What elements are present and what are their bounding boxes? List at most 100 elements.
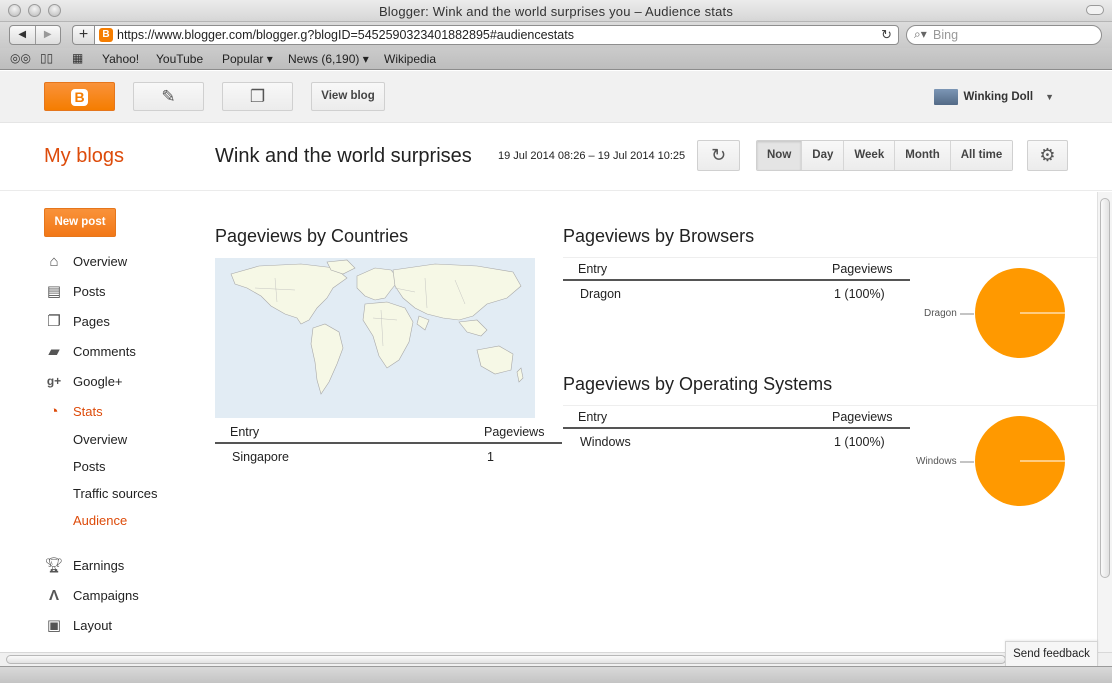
- blogger-logo-button[interactable]: B: [44, 82, 115, 111]
- comment-icon: ▰: [48, 343, 60, 360]
- toolbar-toggle-button[interactable]: [1086, 5, 1104, 15]
- table-row: Windows 1 (100%): [563, 432, 910, 452]
- table-row: Dragon 1 (100%): [563, 284, 910, 304]
- sidebar-item-overview[interactable]: ⌂ Overview: [44, 250, 127, 272]
- sidebar-item-campaigns[interactable]: Λ Campaigns: [44, 584, 139, 606]
- os-pie-chart[interactable]: [960, 415, 1072, 507]
- header-entry[interactable]: Entry: [578, 410, 607, 424]
- user-menu[interactable]: Winking Doll ▼: [933, 89, 1054, 105]
- add-bookmark-button[interactable]: +: [72, 25, 94, 45]
- window-titlebar: Blogger: Wink and the world surprises yo…: [0, 0, 1112, 22]
- world-map[interactable]: [215, 258, 535, 418]
- range-day-button[interactable]: Day: [801, 141, 844, 170]
- header-pageviews[interactable]: Pageviews: [484, 425, 544, 439]
- main-content: Pageviews by Countries Entry Pageviews S…: [200, 192, 1097, 652]
- sidebar-item-label: Pages: [73, 313, 110, 329]
- view-blog-button[interactable]: View blog: [311, 82, 385, 111]
- table-header: Entry Pageviews: [563, 407, 910, 429]
- sidebar-item-label: Posts: [73, 283, 106, 299]
- reading-list-icon[interactable]: ◎◎: [10, 51, 31, 65]
- url-text[interactable]: https://www.blogger.com/blogger.g?blogID…: [117, 28, 574, 42]
- top-sites-grid-icon[interactable]: ▦: [72, 51, 83, 65]
- header-pageviews[interactable]: Pageviews: [832, 410, 892, 424]
- sidebar-item-stats[interactable]: ◔ Stats: [44, 400, 102, 422]
- countries-title: Pageviews by Countries: [215, 226, 409, 246]
- pages-icon: ❐: [249, 87, 266, 106]
- world-map-graphic: [230, 259, 524, 395]
- google-plus-icon: g+: [46, 374, 62, 388]
- sidebar-item-label: Google+: [73, 373, 123, 389]
- gear-icon: ⚙: [1039, 145, 1056, 165]
- address-bar[interactable]: B https://www.blogger.com/blogger.g?blog…: [94, 25, 899, 45]
- back-button[interactable]: ◀: [10, 26, 35, 44]
- home-icon: ⌂: [49, 252, 59, 270]
- stats-sub-posts[interactable]: Posts: [73, 459, 106, 474]
- horizontal-scrollbar[interactable]: [0, 652, 1112, 666]
- posts-list-button[interactable]: ❐: [222, 82, 293, 111]
- search-placeholder: Bing: [933, 28, 959, 42]
- bookmark-yahoo[interactable]: Yahoo!: [102, 52, 139, 66]
- campaigns-icon: Λ: [48, 586, 59, 604]
- table-header: Entry Pageviews: [563, 259, 910, 281]
- stats-sub-traffic-sources[interactable]: Traffic sources: [73, 486, 158, 501]
- search-field[interactable]: ⌕▾ Bing: [906, 25, 1102, 45]
- sidebar-item-label: Overview: [73, 253, 128, 269]
- new-post-button[interactable]: New post: [44, 208, 116, 237]
- table-header: Entry Pageviews: [215, 422, 562, 444]
- row-pageviews: 1 (100%): [834, 435, 885, 449]
- divider: [563, 405, 1097, 406]
- settings-button[interactable]: ⚙: [1027, 140, 1068, 171]
- header-entry[interactable]: Entry: [230, 425, 259, 439]
- bookmark-wikipedia[interactable]: Wikipedia: [384, 52, 436, 66]
- time-range-selector: Now Day Week Month All time: [756, 140, 1014, 171]
- sidebar: New post ⌂ Overview ▤ Posts ❐ Pages ▰ Co…: [0, 192, 200, 652]
- sidebar-item-earnings[interactable]: 🏆︎ Earnings: [44, 554, 124, 576]
- bookmark-youtube[interactable]: YouTube: [156, 52, 203, 66]
- my-blogs-link[interactable]: My blogs: [44, 145, 124, 168]
- status-bar: [0, 666, 1112, 683]
- header-pageviews[interactable]: Pageviews: [832, 262, 892, 276]
- browsers-pie-label: Dragon: [924, 308, 957, 319]
- os-pie-label: Windows: [916, 456, 957, 467]
- sidebar-item-posts[interactable]: ▤ Posts: [44, 280, 106, 302]
- sidebar-item-pages[interactable]: ❐ Pages: [44, 310, 110, 332]
- os-table: Entry Pageviews Windows 1 (100%): [563, 407, 910, 457]
- send-feedback-button[interactable]: Send feedback: [1005, 641, 1098, 666]
- sidebar-item-google-plus[interactable]: g+ Google+: [44, 370, 123, 392]
- divider: [563, 257, 1097, 258]
- row-pageviews: 1: [487, 450, 494, 464]
- sidebar-item-label: Layout: [73, 617, 113, 633]
- browsers-title: Pageviews by Browsers: [563, 226, 755, 246]
- new-post-pencil-button[interactable]: ✎: [133, 82, 204, 111]
- sidebar-item-comments[interactable]: ▰ Comments: [44, 340, 136, 362]
- range-now-button[interactable]: Now: [757, 141, 802, 170]
- forward-button[interactable]: ▶: [34, 26, 61, 44]
- vertical-scrollbar[interactable]: [1097, 192, 1112, 652]
- os-title: Pageviews by Operating Systems: [563, 374, 833, 394]
- bookmark-news[interactable]: News (6,190) ▾: [288, 52, 369, 66]
- chevron-down-icon: ▼: [1045, 92, 1054, 102]
- stats-sub-audience[interactable]: Audience: [73, 513, 127, 528]
- refresh-button[interactable]: ↻: [697, 140, 740, 171]
- bookmarks-book-icon[interactable]: ▯▯: [40, 51, 53, 65]
- range-week-button[interactable]: Week: [843, 141, 895, 170]
- stats-sub-overview[interactable]: Overview: [73, 432, 127, 447]
- blogger-topbar: B ✎ ❐ View blog Winking Doll ▼: [0, 71, 1112, 123]
- layout-icon: ▣: [46, 617, 62, 634]
- horizontal-scrollbar-thumb[interactable]: [6, 655, 1006, 664]
- range-month-button[interactable]: Month: [894, 141, 950, 170]
- nav-buttons: ◀ ▶: [9, 25, 61, 45]
- row-entry: Windows: [580, 435, 631, 449]
- blog-header: My blogs Wink and the world surprises 19…: [0, 124, 1112, 191]
- date-range: 19 Jul 2014 08:26 – 19 Jul 2014 10:25: [498, 150, 686, 162]
- table-row: Singapore 1: [215, 447, 562, 467]
- sidebar-item-layout[interactable]: ▣ Layout: [44, 614, 112, 636]
- window-title: Blogger: Wink and the world surprises yo…: [378, 4, 734, 19]
- scrollbar-thumb[interactable]: [1100, 198, 1110, 578]
- header-entry[interactable]: Entry: [578, 262, 607, 276]
- posts-icon: ▤: [46, 283, 62, 300]
- reload-icon[interactable]: ↻: [881, 27, 892, 43]
- browsers-pie-chart[interactable]: [960, 267, 1072, 359]
- range-all-time-button[interactable]: All time: [949, 141, 1013, 170]
- bookmark-popular[interactable]: Popular ▾: [222, 52, 273, 66]
